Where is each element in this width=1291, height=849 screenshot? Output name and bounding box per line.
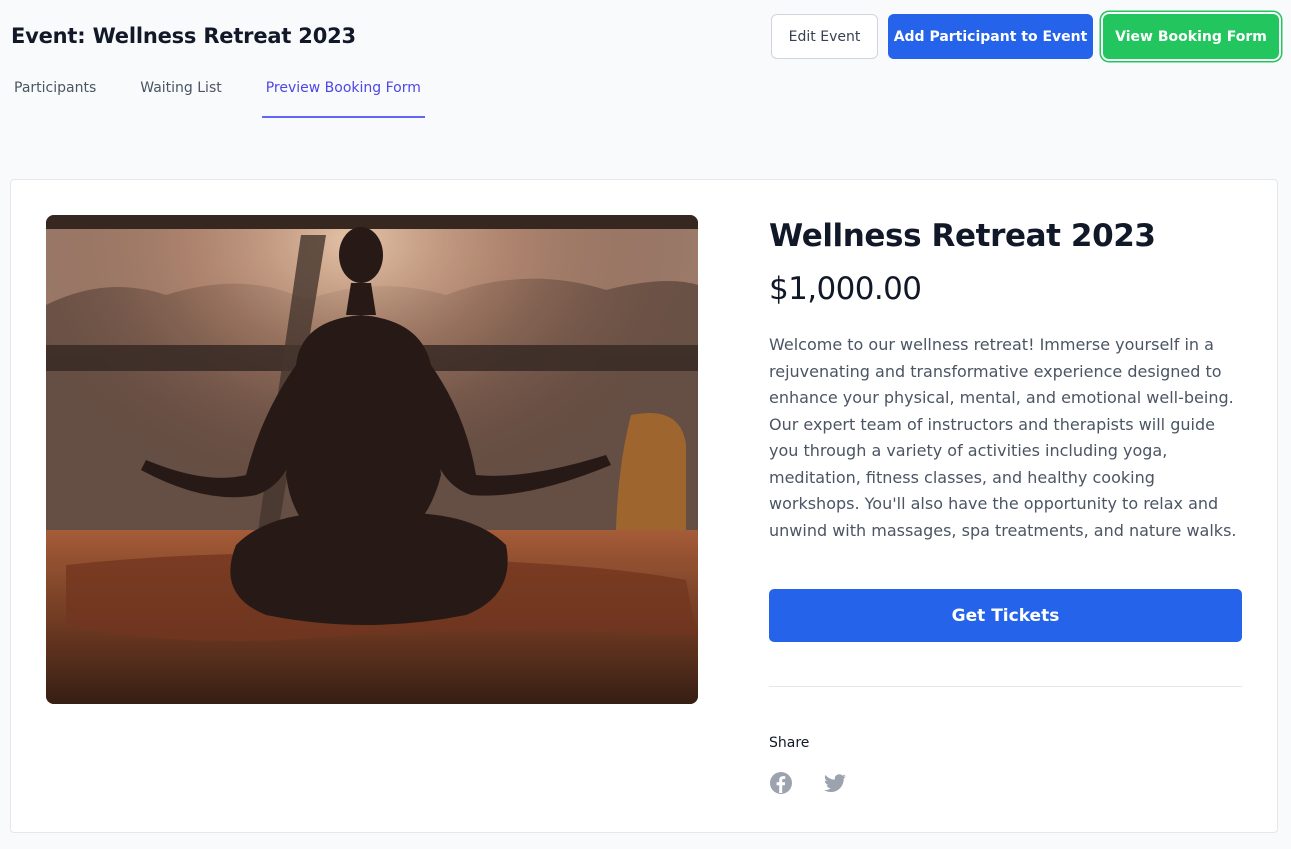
header-actions: Edit Event Add Participant to Event View… <box>771 14 1279 59</box>
share-icons <box>769 771 847 795</box>
booking-form-preview-card: Wellness Retreat 2023 $1,000.00 Welcome … <box>10 179 1278 833</box>
facebook-icon[interactable] <box>769 771 793 795</box>
add-participant-button[interactable]: Add Participant to Event <box>888 14 1093 59</box>
event-image-illustration <box>46 215 698 704</box>
twitter-icon[interactable] <box>823 771 847 795</box>
page-title: Event: Wellness Retreat 2023 <box>11 24 356 48</box>
page: Event: Wellness Retreat 2023 Edit Event … <box>0 0 1291 849</box>
event-price: $1,000.00 <box>769 271 922 307</box>
edit-event-button[interactable]: Edit Event <box>771 14 878 59</box>
tab-preview-booking-form[interactable]: Preview Booking Form <box>261 72 426 118</box>
divider <box>769 686 1242 687</box>
event-name: Wellness Retreat 2023 <box>769 218 1156 254</box>
tab-participants[interactable]: Participants <box>10 72 100 118</box>
view-booking-form-button[interactable]: View Booking Form <box>1103 14 1279 59</box>
event-image <box>46 215 698 704</box>
event-info: Wellness Retreat 2023 $1,000.00 Welcome … <box>769 215 1242 794</box>
tab-waiting-list[interactable]: Waiting List <box>136 72 225 118</box>
event-description: Welcome to our wellness retreat! Immerse… <box>769 335 1237 540</box>
tab-bar: Participants Waiting List Preview Bookin… <box>0 72 426 118</box>
header: Event: Wellness Retreat 2023 Edit Event … <box>0 0 1291 75</box>
share-label: Share <box>769 735 810 751</box>
get-tickets-button[interactable]: Get Tickets <box>769 589 1242 642</box>
